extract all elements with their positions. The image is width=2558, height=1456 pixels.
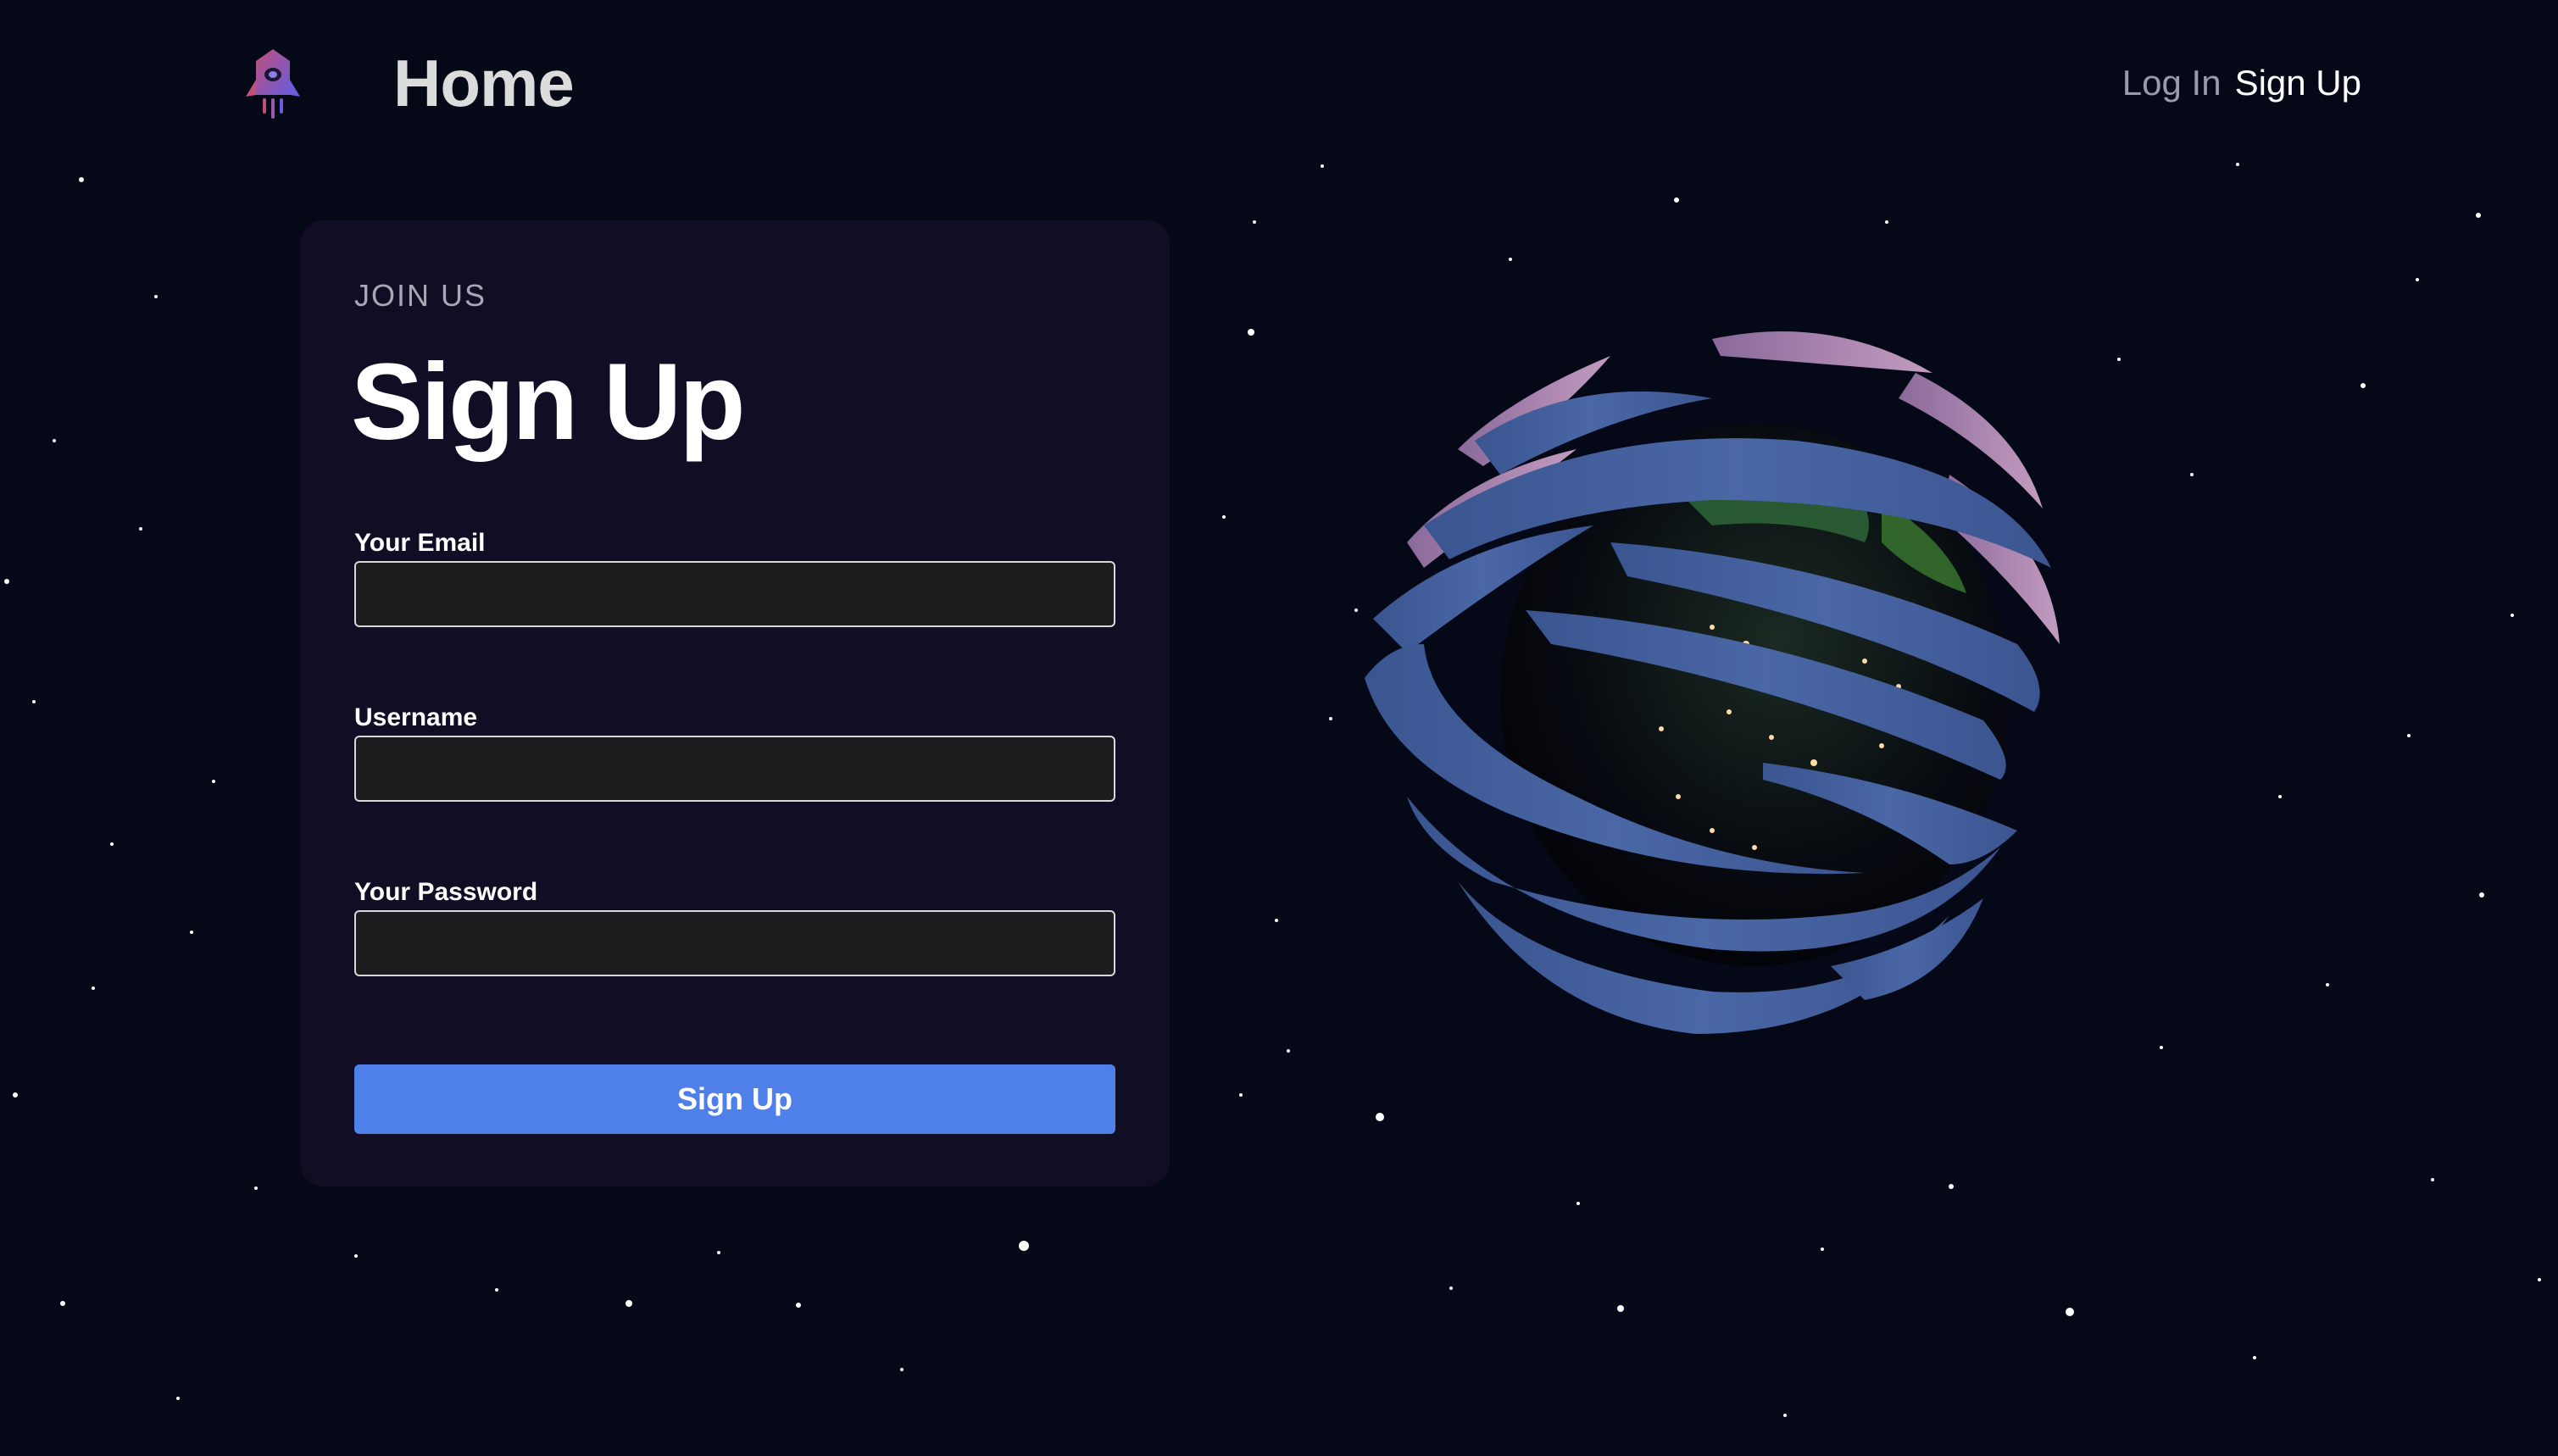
signup-submit-button[interactable]: Sign Up xyxy=(354,1064,1115,1134)
page: Home Log In Sign Up JOIN US Sign Up Your… xyxy=(0,0,2558,1456)
username-label: Username xyxy=(354,703,478,731)
earth-globe-icon[interactable] xyxy=(1356,322,2136,1102)
username-field[interactable] xyxy=(354,736,1115,802)
nav-signup-link[interactable]: Sign Up xyxy=(2235,59,2361,107)
email-field[interactable] xyxy=(354,561,1115,627)
home-link[interactable]: Home xyxy=(393,44,575,122)
email-label: Your Email xyxy=(354,529,486,557)
password-field[interactable] xyxy=(354,910,1115,976)
eyebrow-text: JOIN US xyxy=(354,278,487,313)
top-nav: Log In Sign Up xyxy=(2122,59,2361,107)
signup-card: JOIN US Sign Up Your Email Username Your… xyxy=(300,220,1170,1186)
page-title: Sign Up xyxy=(351,342,745,463)
rocket-icon[interactable] xyxy=(237,46,309,122)
nav-login-link[interactable]: Log In xyxy=(2122,59,2222,107)
password-label: Your Password xyxy=(354,878,538,906)
